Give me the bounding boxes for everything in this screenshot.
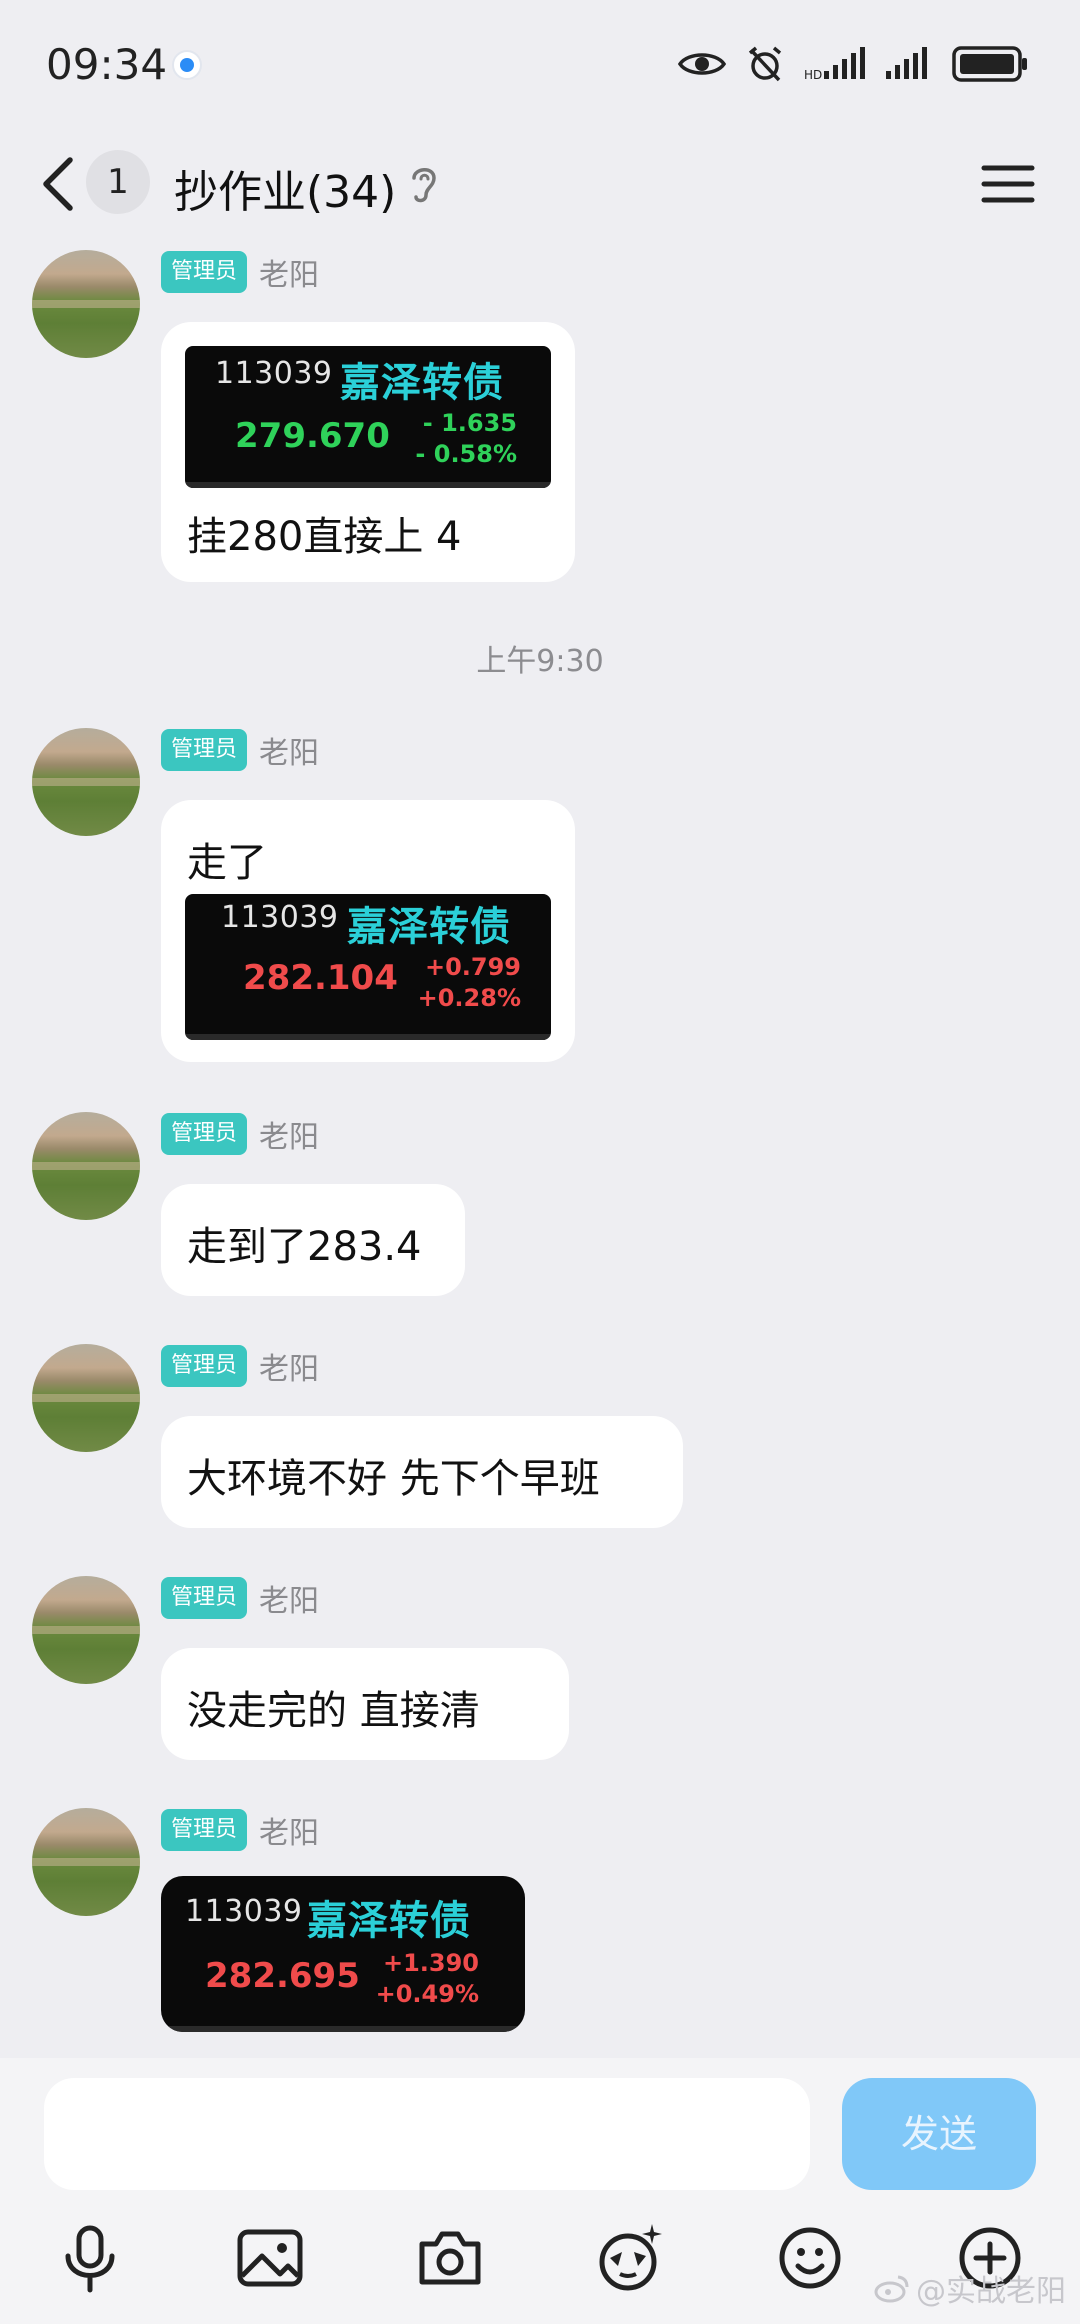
quote-change: +1.390 +0.49%	[375, 1949, 479, 2008]
sticker-icon[interactable]	[590, 2218, 670, 2298]
sender-name: 老阳	[259, 258, 320, 293]
status-icons: HD	[678, 44, 1028, 84]
message-meta: 管理员 老阳	[161, 1808, 319, 1852]
alarm-off-icon	[748, 46, 782, 82]
avatar[interactable]	[32, 1576, 140, 1684]
weibo-logo-icon	[874, 2275, 909, 2303]
message-bubble[interactable]: 走到了283.4	[161, 1184, 465, 1296]
sender-name: 老阳	[259, 736, 320, 771]
avatar[interactable]	[32, 728, 140, 836]
status-time: 09:34	[46, 40, 168, 89]
message-bubble[interactable]: 走了 113039 嘉泽转债 282.104 +0.799 +0.28%	[161, 800, 575, 1062]
message-meta: 管理员 老阳	[161, 1576, 319, 1620]
avatar[interactable]	[32, 1808, 140, 1916]
status-bar: 09:34 HD	[0, 0, 1080, 130]
quote-name: 嘉泽转债	[347, 904, 511, 950]
quote-name: 嘉泽转债	[340, 360, 504, 406]
image-icon[interactable]	[230, 2218, 310, 2298]
message-meta: 管理员 老阳	[161, 728, 319, 772]
battery-icon	[952, 46, 1027, 82]
avatar[interactable]	[32, 250, 140, 358]
chat-header: 1 抄作业(34)	[0, 130, 1080, 238]
stock-quote-image[interactable]: 113039 嘉泽转债 279.670 - 1.635 - 0.58%	[185, 346, 551, 488]
menu-button[interactable]	[980, 160, 1036, 208]
back-button[interactable]	[34, 152, 84, 216]
quote-price: 279.670	[235, 416, 390, 456]
message-bubble[interactable]: 没走完的 直接清	[161, 1648, 569, 1760]
emoji-icon[interactable]	[770, 2218, 850, 2298]
avatar[interactable]	[32, 1112, 140, 1220]
quote-name: 嘉泽转债	[307, 1898, 471, 1944]
sender-name: 老阳	[259, 1584, 320, 1619]
role-badge: 管理员	[161, 251, 248, 293]
quote-code: 113039	[215, 356, 333, 391]
message-bubble[interactable]: 113039 嘉泽转债 279.670 - 1.635 - 0.58% 挂280…	[161, 322, 575, 582]
message-composer: 发送 @实战老阳	[0, 2058, 1080, 2324]
message-text: 挂280直接上 4	[187, 514, 462, 560]
sender-name: 老阳	[259, 1352, 320, 1387]
message-item: 管理员 老阳 没走完的 直接清	[0, 1576, 1080, 1766]
quote-price: 282.695	[205, 1956, 360, 1996]
role-badge: 管理员	[161, 1577, 248, 1619]
message-item: 管理员 老阳 113039 嘉泽转债 282.695 +1.390 +0.49%	[0, 1808, 1080, 2038]
message-text: 走了	[187, 840, 267, 886]
earpiece-mode-icon[interactable]	[406, 162, 442, 206]
role-badge: 管理员	[161, 1345, 248, 1387]
time-divider: 上午9:30	[476, 644, 604, 679]
quote-price: 282.104	[243, 958, 398, 998]
stock-quote-image[interactable]: 113039 嘉泽转债 282.695 +1.390 +0.49%	[161, 1876, 525, 2032]
message-item: 管理员 老阳 大环境不好 先下个早班	[0, 1344, 1080, 1534]
quote-change: - 1.635 - 0.58%	[415, 409, 517, 468]
message-meta: 管理员 老阳	[161, 250, 319, 294]
send-button[interactable]: 发送	[842, 2078, 1036, 2190]
app-notification-icon	[172, 50, 202, 80]
message-meta: 管理员 老阳	[161, 1344, 319, 1388]
message-item: 管理员 老阳 走了 113039 嘉泽转债 282.104 +0.799 +0.…	[0, 728, 1080, 1068]
message-item: 管理员 老阳 走到了283.4	[0, 1112, 1080, 1302]
group-title[interactable]: 抄作业(34)	[174, 156, 396, 220]
message-meta: 管理员 老阳	[161, 1112, 319, 1156]
stock-quote-image[interactable]: 113039 嘉泽转债 282.104 +0.799 +0.28%	[185, 894, 551, 1040]
unread-badge[interactable]: 1	[86, 150, 150, 214]
quote-change: +0.799 +0.28%	[417, 953, 521, 1012]
message-text: 大环境不好 先下个早班	[187, 1456, 600, 1502]
microphone-icon[interactable]	[50, 2218, 130, 2298]
signal-1-icon: HD	[804, 47, 865, 81]
watermark: @实战老阳	[874, 2266, 1066, 2310]
camera-icon[interactable]	[410, 2218, 490, 2298]
role-badge: 管理员	[161, 1113, 248, 1155]
message-item: 管理员 老阳 113039 嘉泽转债 279.670 - 1.635 - 0.5…	[0, 250, 1080, 590]
avatar[interactable]	[32, 1344, 140, 1452]
quote-code: 113039	[221, 900, 339, 935]
quote-code: 113039	[185, 1894, 303, 1929]
role-badge: 管理员	[161, 729, 248, 771]
sender-name: 老阳	[259, 1816, 320, 1851]
message-bubble[interactable]: 大环境不好 先下个早班	[161, 1416, 683, 1528]
eye-icon	[678, 53, 726, 75]
sender-name: 老阳	[259, 1120, 320, 1155]
message-input[interactable]	[44, 2078, 810, 2190]
role-badge: 管理员	[161, 1809, 248, 1851]
message-text: 走到了283.4	[187, 1224, 422, 1270]
svg-text:HD: HD	[804, 68, 822, 81]
signal-2-icon	[886, 47, 927, 79]
message-text: 没走完的 直接清	[187, 1688, 480, 1734]
